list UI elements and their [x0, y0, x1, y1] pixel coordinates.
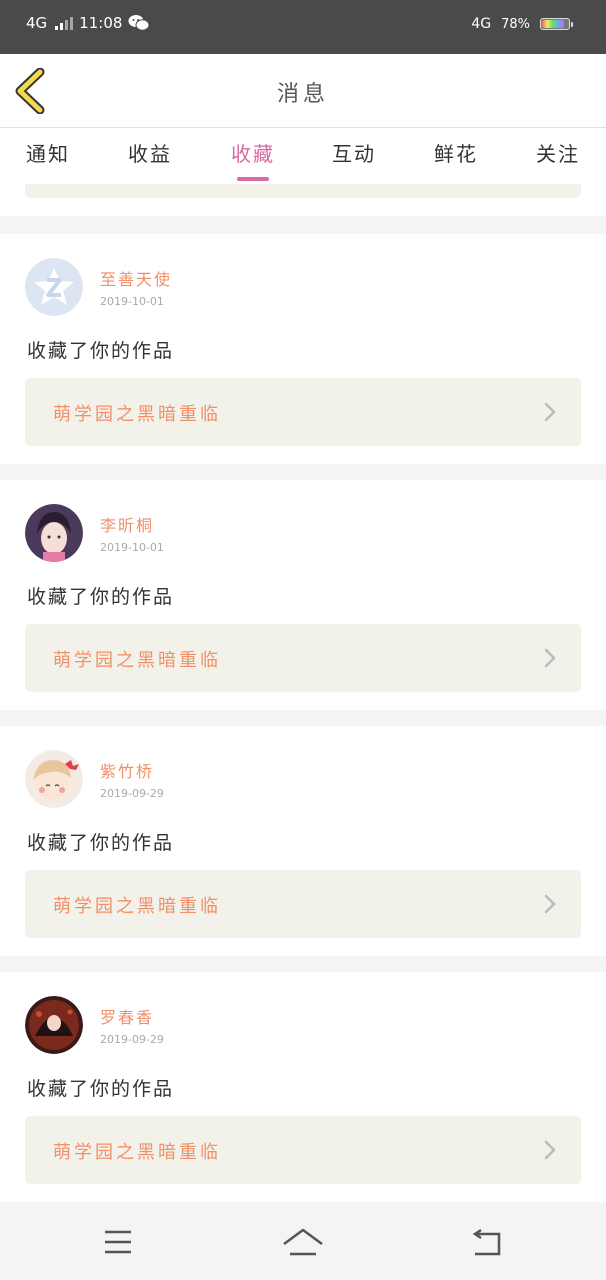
battery-percent: 78%: [501, 16, 530, 32]
action-text: 收藏了你的作品: [27, 586, 175, 608]
tab-active-indicator: [237, 177, 269, 181]
username[interactable]: 罗春香: [100, 1004, 154, 1028]
home-icon: [283, 1228, 323, 1256]
username[interactable]: 至善天使: [100, 266, 172, 290]
tab-interactions[interactable]: 互动: [314, 138, 394, 167]
timestamp: 2019-09-29: [100, 1033, 164, 1046]
work-link[interactable]: 萌学园之黑暗重临: [25, 378, 581, 446]
work-title: 萌学园之黑暗重临: [53, 650, 221, 671]
tab-follows[interactable]: 关注: [518, 138, 598, 167]
tab-label: 关注: [536, 142, 580, 166]
work-title: 萌学园之黑暗重临: [53, 1142, 221, 1163]
menu-button[interactable]: [93, 1222, 143, 1262]
work-link[interactable]: 萌学园之黑暗重临: [25, 870, 581, 938]
tab-label: 收藏: [231, 142, 275, 166]
back-icon: [472, 1228, 501, 1256]
action-text: 收藏了你的作品: [27, 340, 175, 362]
status-right: 4G 78%: [471, 16, 573, 32]
status-left: 4G 11:08: [26, 14, 150, 32]
chevron-right-icon: [544, 402, 556, 422]
timestamp: 2019-10-01: [100, 295, 164, 308]
page-title: 消息: [276, 82, 329, 107]
tab-label: 互动: [332, 142, 376, 166]
avatar[interactable]: [25, 996, 83, 1054]
tab-label: 通知: [26, 142, 70, 166]
wechat-icon: [128, 15, 150, 31]
timestamp: 2019-10-01: [100, 541, 164, 554]
network-label-right: 4G: [471, 16, 492, 32]
signal-icon: [55, 16, 74, 30]
previous-card-partial: [0, 184, 606, 216]
clock: 11:08: [79, 14, 123, 32]
tab-notice[interactable]: 通知: [8, 138, 88, 167]
tab-flowers[interactable]: 鲜花: [416, 138, 496, 167]
network-label: 4G: [26, 14, 48, 32]
timestamp: 2019-09-29: [100, 787, 164, 800]
avatar[interactable]: [25, 750, 83, 808]
back-nav-button[interactable]: [463, 1222, 513, 1262]
chevron-right-icon: [544, 894, 556, 914]
status-bar: 4G 11:08 4G 78%: [0, 0, 606, 54]
tab-favorites[interactable]: 收藏: [213, 138, 293, 181]
notification-card: 李昕桐 2019-10-01 收藏了你的作品 萌学园之黑暗重临: [0, 480, 606, 710]
username[interactable]: 李昕桐: [100, 512, 154, 536]
system-nav-bar: [0, 1202, 606, 1280]
notification-card: 紫竹桥 2019-09-29 收藏了你的作品 萌学园之黑暗重临: [0, 726, 606, 956]
nav-bar: 消息: [0, 54, 606, 128]
avatar[interactable]: [25, 258, 83, 316]
tab-label: 收益: [128, 142, 172, 166]
menu-icon: [105, 1230, 131, 1254]
username[interactable]: 紫竹桥: [100, 758, 154, 782]
notification-card: 罗春香 2019-09-29 收藏了你的作品 萌学园之黑暗重临: [0, 972, 606, 1202]
work-box-partial: [25, 184, 581, 198]
tab-earnings[interactable]: 收益: [110, 138, 190, 167]
work-title: 萌学园之黑暗重临: [53, 896, 221, 917]
battery-icon: [540, 18, 573, 30]
work-title: 萌学园之黑暗重临: [53, 404, 221, 425]
notification-card: 至善天使 2019-10-01 收藏了你的作品 萌学园之黑暗重临: [0, 234, 606, 464]
home-button[interactable]: [278, 1222, 328, 1262]
work-link[interactable]: 萌学园之黑暗重临: [25, 624, 581, 692]
tab-bar: 通知 收益 收藏 互动 鲜花 关注: [0, 128, 606, 184]
action-text: 收藏了你的作品: [27, 832, 175, 854]
chevron-right-icon: [544, 648, 556, 668]
chevron-right-icon: [544, 1140, 556, 1160]
tab-label: 鲜花: [434, 142, 478, 166]
avatar[interactable]: [25, 504, 83, 562]
work-link[interactable]: 萌学园之黑暗重临: [25, 1116, 581, 1184]
action-text: 收藏了你的作品: [27, 1078, 175, 1100]
